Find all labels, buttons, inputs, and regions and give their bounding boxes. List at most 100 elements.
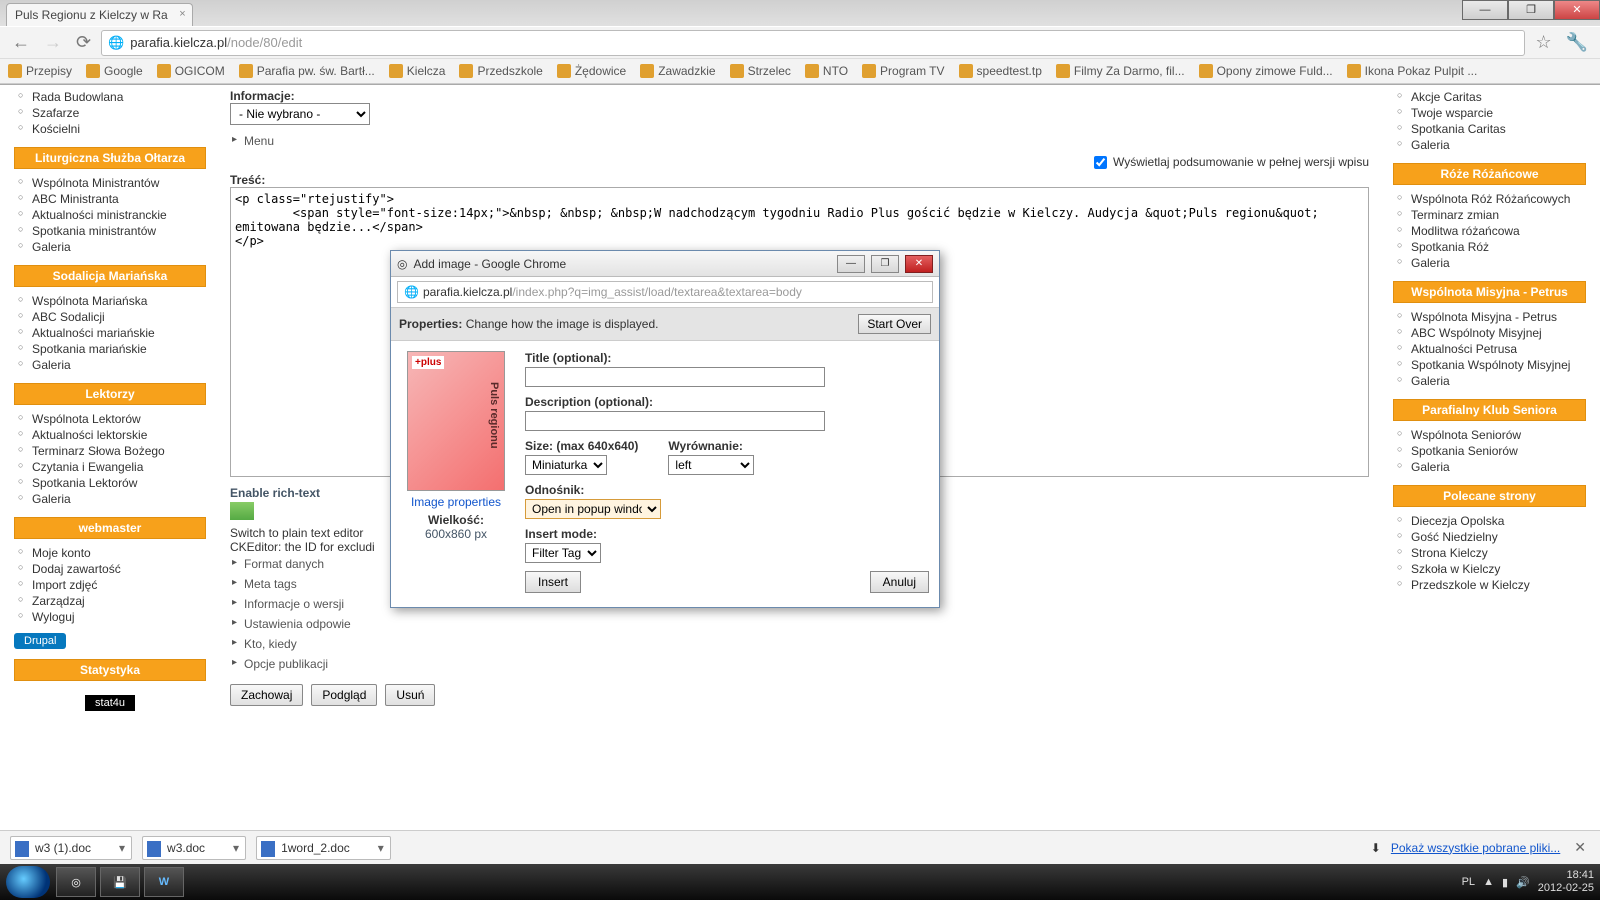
nav-back-icon[interactable]: ← [8,32,34,53]
tray-network-icon[interactable]: ▮ [1502,876,1508,889]
sidebar-item[interactable]: Galeria [1397,373,1586,389]
sidebar-item[interactable]: ABC Sodalicji [18,309,206,325]
popup-cancel-button[interactable]: Anuluj [870,571,929,593]
sidebar-item[interactable]: Akcje Caritas [1397,89,1586,105]
sidebar-item[interactable]: Szafarze [18,105,206,121]
sidebar-item[interactable]: ABC Wspólnoty Misyjnej [1397,325,1586,341]
sidebar-item[interactable]: Przedszkole w Kielczy [1397,577,1586,593]
sidebar-item[interactable]: Wspólnota Seniorów [1397,427,1586,443]
sidebar-item[interactable]: ABC Ministranta [18,191,206,207]
sidebar-item[interactable]: Twoje wsparcie [1397,105,1586,121]
sidebar-item[interactable]: Kościelni [18,121,206,137]
downloads-bar-close-icon[interactable]: ✕ [1570,839,1590,856]
sidebar-item[interactable]: Spotkania ministrantów [18,223,206,239]
popup-desc-input[interactable] [525,411,825,431]
bookmark-item[interactable]: Żędowice [557,64,626,78]
browser-tab-active[interactable]: Puls Regionu z Kielczy w Ra × [6,3,193,26]
sidebar-item[interactable]: Terminarz zmian [1397,207,1586,223]
tab-close-icon[interactable]: × [179,8,185,20]
bookmark-item[interactable]: Filmy Za Darmo, fil... [1056,64,1185,78]
download-item[interactable]: w3.doc [142,836,246,860]
section-menu[interactable]: Menu [230,131,1369,151]
nav-reload-icon[interactable]: ⟳ [72,32,95,53]
sidebar-item[interactable]: Modlitwa różańcowa [1397,223,1586,239]
taskbar-word-icon[interactable]: W [144,867,184,897]
sidebar-item[interactable]: Aktualności Petrusa [1397,341,1586,357]
bookmark-item[interactable]: Zawadzkie [640,64,715,78]
start-over-button[interactable]: Start Over [858,314,931,334]
sidebar-item[interactable]: Moje konto [18,545,206,561]
popup-link-select[interactable]: Open in popup window [525,499,661,519]
tray-volume-icon[interactable]: 🔊 [1516,876,1530,889]
sidebar-item[interactable]: Spotkania Róż [1397,239,1586,255]
sidebar-item[interactable]: Spotkania Lektorów [18,475,206,491]
richtext-icon[interactable] [230,502,254,520]
collapsible-section[interactable]: Kto, kiedy [230,634,1369,654]
popup-align-select[interactable]: left [668,455,754,475]
sidebar-item[interactable]: Diecezja Opolska [1397,513,1586,529]
download-item[interactable]: 1word_2.doc [256,836,391,860]
popup-title-input[interactable] [525,367,825,387]
bookmark-item[interactable]: OGICOM [157,64,225,78]
sidebar-item[interactable]: Galeria [1397,255,1586,271]
bookmark-item[interactable]: Opony zimowe Fuld... [1199,64,1333,78]
sidebar-item[interactable]: Galeria [18,491,206,507]
sidebar-item[interactable]: Aktualności lektorskie [18,427,206,443]
sidebar-item[interactable]: Dodaj zawartość [18,561,206,577]
collapsible-section[interactable]: Ustawienia odpowie [230,614,1369,634]
popup-minimize-button[interactable]: — [837,255,865,273]
bookmark-item[interactable]: Google [86,64,143,78]
bookmark-item[interactable]: speedtest.tp [959,64,1042,78]
popup-maximize-button[interactable]: ❐ [871,255,899,273]
sidebar-item[interactable]: Galeria [1397,137,1586,153]
sidebar-item[interactable]: Wspólnota Mariańska [18,293,206,309]
sidebar-item[interactable]: Aktualności mariańskie [18,325,206,341]
sidebar-item[interactable]: Strona Kielczy [1397,545,1586,561]
sidebar-item[interactable]: Zarządzaj [18,593,206,609]
sidebar-item[interactable]: Wspólnota Misyjna - Petrus [1397,309,1586,325]
informacje-select[interactable]: - Nie wybrano - [230,103,370,125]
drupal-badge[interactable]: Drupal [14,633,66,649]
sidebar-item[interactable]: Galeria [18,239,206,255]
sidebar-item[interactable]: Import zdjęć [18,577,206,593]
preview-button[interactable]: Podgląd [311,684,377,706]
bookmark-item[interactable]: NTO [805,64,848,78]
bookmark-item[interactable]: Przedszkole [459,64,542,78]
os-maximize-button[interactable]: ❐ [1508,0,1554,20]
popup-insertmode-select[interactable]: Filter Tag [525,543,601,563]
sidebar-item[interactable]: Szkoła w Kielczy [1397,561,1586,577]
language-indicator[interactable]: PL [1462,876,1475,888]
sidebar-item[interactable]: Spotkania Wspólnoty Misyjnej [1397,357,1586,373]
summary-toggle-checkbox[interactable] [1094,156,1107,169]
popup-titlebar[interactable]: ◎ Add image - Google Chrome — ❐ ✕ [391,251,939,277]
taskbar-save-icon[interactable]: 💾 [100,867,140,897]
bookmark-item[interactable]: Parafia pw. św. Bartł... [239,64,375,78]
nav-forward-icon[interactable]: → [40,32,66,53]
popup-address-bar[interactable]: 🌐 parafia.kielcza.pl/index.php?q=img_ass… [397,281,933,303]
sidebar-item[interactable]: Spotkania mariańskie [18,341,206,357]
image-properties-link[interactable]: Image properties [401,495,511,509]
delete-button[interactable]: Usuń [385,684,435,706]
sidebar-item[interactable]: Czytania i Ewangelia [18,459,206,475]
tray-flag-icon[interactable]: ▲ [1483,876,1494,888]
bookmark-item[interactable]: Przepisy [8,64,72,78]
sidebar-item[interactable]: Aktualności ministranckie [18,207,206,223]
bookmark-item[interactable]: Kielcza [389,64,446,78]
wrench-icon[interactable]: 🔧 [1562,32,1592,53]
os-minimize-button[interactable]: — [1462,0,1508,20]
sidebar-item[interactable]: Galeria [1397,459,1586,475]
popup-close-button[interactable]: ✕ [905,255,933,273]
start-button[interactable] [6,866,50,898]
bookmark-item[interactable]: Strzelec [730,64,791,78]
sidebar-item[interactable]: Galeria [18,357,206,373]
sidebar-item[interactable]: Gość Niedzielny [1397,529,1586,545]
collapsible-section[interactable]: Opcje publikacji [230,654,1369,674]
os-close-button[interactable]: ✕ [1554,0,1600,20]
address-bar[interactable]: 🌐 parafia.kielcza.pl/node/80/edit [101,30,1525,56]
download-item[interactable]: w3 (1).doc [10,836,132,860]
popup-insert-button[interactable]: Insert [525,571,581,593]
sidebar-item[interactable]: Wspólnota Róż Różańcowych [1397,191,1586,207]
bookmark-item[interactable]: Program TV [862,64,944,78]
show-all-downloads-link[interactable]: Pokaż wszystkie pobrane pliki... [1391,841,1560,855]
stat4u-badge[interactable]: stat4u [85,695,135,711]
